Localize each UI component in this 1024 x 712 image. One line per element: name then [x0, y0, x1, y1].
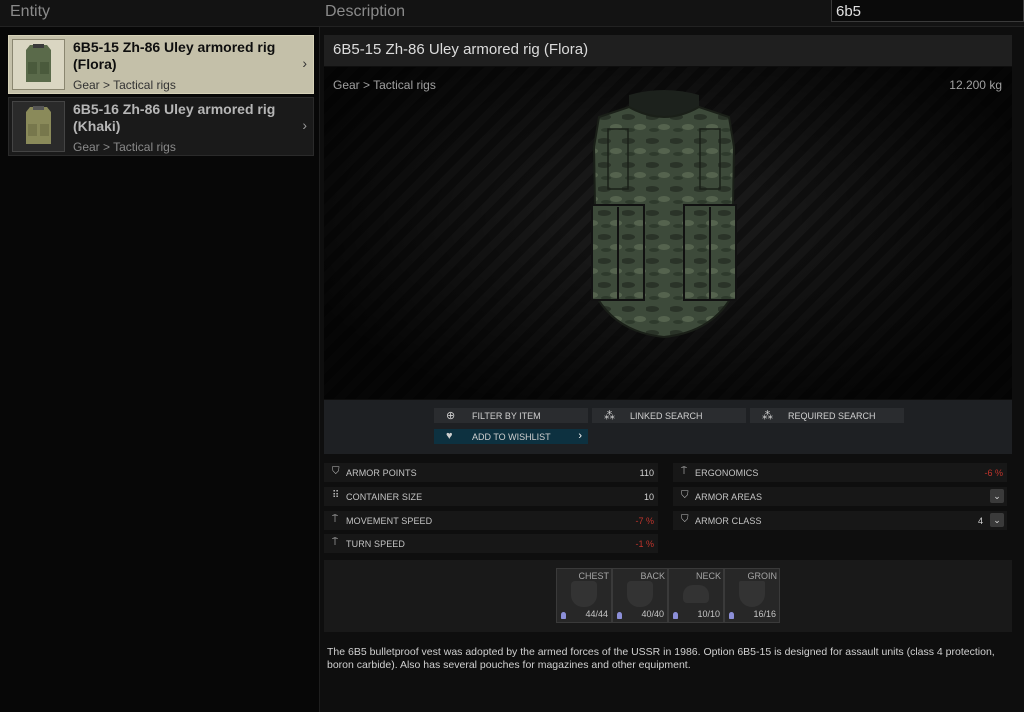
stat-value: -1 %	[635, 539, 654, 549]
armor-zone-neck: NECK 10/10	[668, 568, 724, 623]
zone-durability: 40/40	[641, 609, 664, 619]
heart-icon: ♥	[446, 430, 453, 442]
armor-zone-chest: CHEST 44/44	[556, 568, 612, 623]
stat-value: 110	[639, 468, 654, 478]
stat-armor-points: ⛉ ARMOR POINTS 110	[324, 463, 658, 482]
stat-armor-areas: ⛉ ARMOR AREAS ⌄	[673, 487, 1007, 506]
add-to-wishlist-button[interactable]: ♥ ADD TO WISHLIST ›	[434, 429, 588, 444]
armor-zone-back: BACK 40/40	[612, 568, 668, 623]
item-thumbnail	[12, 101, 65, 152]
entity-item-khaki[interactable]: 6B5-16 Zh-86 Uley armored rig (Khaki) Ge…	[8, 97, 314, 156]
stat-value: -7 %	[635, 516, 654, 526]
vest-image	[574, 87, 754, 357]
durability-icon	[561, 612, 566, 619]
durability-icon	[729, 612, 734, 619]
collar-icon	[683, 585, 709, 603]
stat-container-size: ⠿ CONTAINER SIZE 10	[324, 487, 658, 506]
link-nodes-icon: ⁂	[604, 410, 615, 422]
stat-label: ERGONOMICS	[695, 468, 759, 478]
stat-ergonomics: ⍑ ERGONOMICS -6 %	[673, 463, 1007, 482]
armor-zones-panel: CHEST 44/44 BACK 40/40 NECK 10/10 GROIN …	[324, 560, 1012, 632]
entity-column-header: Entity	[10, 3, 51, 20]
zone-name: BACK	[640, 571, 665, 581]
speed-icon: ⍑	[681, 466, 687, 477]
stat-armor-class: ⛉ ARMOR CLASS 4 ⌄	[673, 511, 1007, 530]
chevron-right-icon: ›	[302, 117, 307, 133]
item-thumbnail	[12, 39, 65, 90]
item-title: 6B5-15 Zh-86 Uley armored rig (Flora)	[333, 41, 589, 58]
zone-name: NECK	[695, 571, 721, 581]
magnifier-icon: ⊕	[446, 410, 456, 422]
zone-durability: 44/44	[585, 609, 608, 619]
chevron-right-icon: ›	[302, 55, 307, 71]
item-preview: Gear > Tactical rigs 12.200 kg	[324, 67, 1012, 399]
search-input[interactable]	[831, 0, 1024, 22]
shield-icon: ⛉	[332, 466, 340, 477]
stat-label: ARMOR POINTS	[346, 468, 417, 478]
stat-movement-speed: ⍑ MOVEMENT SPEED -7 %	[324, 511, 658, 530]
shield-icon: ⛉	[681, 514, 689, 525]
stat-value: 10	[643, 492, 654, 502]
speed-icon: ⍑	[332, 537, 338, 548]
link-nodes-icon: ⁂	[762, 410, 773, 422]
stat-label: ARMOR CLASS	[695, 516, 762, 526]
torso-icon	[627, 581, 653, 607]
zone-name: GROIN	[747, 571, 777, 581]
filter-by-item-button[interactable]: ⊕ FILTER BY ITEM	[434, 408, 588, 423]
entity-name: 6B5-16 Zh-86 Uley armored rig (Khaki)	[73, 101, 276, 134]
zone-durability: 10/10	[697, 609, 720, 619]
entity-category: Gear > Tactical rigs	[73, 140, 176, 154]
stat-label: TURN SPEED	[346, 539, 406, 549]
item-weight: 12.200 kg	[949, 78, 1002, 92]
stat-turn-speed: ⍑ TURN SPEED -1 %	[324, 534, 658, 553]
stat-label: MOVEMENT SPEED	[346, 516, 433, 526]
entity-item-flora[interactable]: 6B5-15 Zh-86 Uley armored rig (Flora) Ge…	[8, 35, 314, 94]
grid-icon: ⠿	[332, 490, 340, 501]
item-description: The 6B5 bulletproof vest was adopted by …	[327, 646, 995, 671]
action-bar: ⊕ FILTER BY ITEM ⁂ LINKED SEARCH ⁂ REQUI…	[324, 400, 1012, 454]
required-search-label: REQUIRED SEARCH	[788, 411, 876, 421]
filter-by-item-label: FILTER BY ITEM	[472, 411, 541, 421]
linked-search-label: LINKED SEARCH	[630, 411, 703, 421]
entity-list: 6B5-15 Zh-86 Uley armored rig (Flora) Ge…	[0, 27, 320, 712]
stat-value: -6 %	[984, 468, 1003, 478]
chevron-right-icon: ›	[578, 430, 582, 442]
add-to-wishlist-label: ADD TO WISHLIST	[472, 432, 551, 442]
chevron-down-icon[interactable]: ⌄	[990, 513, 1004, 527]
linked-search-button[interactable]: ⁂ LINKED SEARCH	[592, 408, 746, 423]
item-title-bar: 6B5-15 Zh-86 Uley armored rig (Flora)	[324, 35, 1012, 66]
armor-zone-groin: GROIN 16/16	[724, 568, 780, 623]
durability-icon	[673, 612, 678, 619]
stat-label: ARMOR AREAS	[695, 492, 763, 502]
stat-value: 4	[977, 516, 983, 526]
groin-plate-icon	[739, 581, 765, 607]
entity-name: 6B5-15 Zh-86 Uley armored rig (Flora)	[73, 39, 276, 72]
torso-icon	[571, 581, 597, 607]
zone-durability: 16/16	[753, 609, 776, 619]
shield-icon: ⛉	[681, 490, 689, 501]
entity-category: Gear > Tactical rigs	[73, 78, 176, 92]
speed-icon: ⍑	[332, 514, 338, 525]
durability-icon	[617, 612, 622, 619]
required-search-button[interactable]: ⁂ REQUIRED SEARCH	[750, 408, 904, 423]
description-column-header: Description	[325, 3, 406, 20]
stat-label: CONTAINER SIZE	[346, 492, 423, 502]
zone-name: CHEST	[578, 571, 609, 581]
item-detail-panel: 6B5-15 Zh-86 Uley armored rig (Flora) Ge…	[320, 27, 1024, 712]
item-category: Gear > Tactical rigs	[333, 78, 436, 92]
chevron-down-icon[interactable]: ⌄	[990, 489, 1004, 503]
